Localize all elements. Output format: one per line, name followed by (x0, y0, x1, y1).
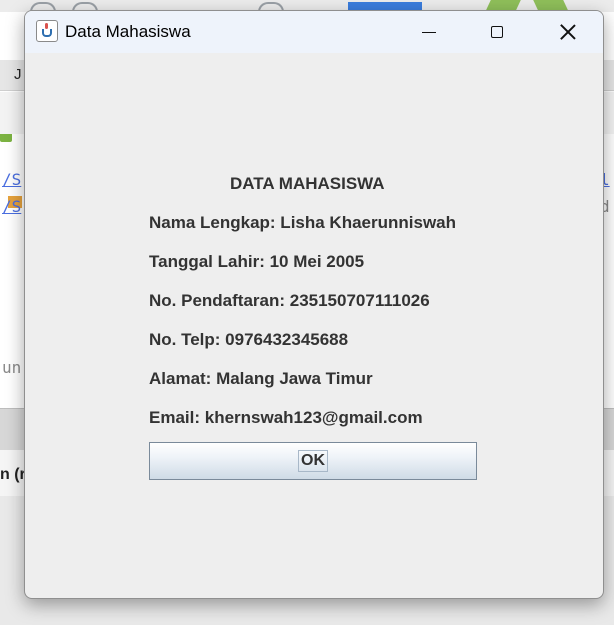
dialog-heading: DATA MAHASISWA (230, 174, 385, 193)
maximize-button[interactable] (474, 11, 520, 53)
dialog-content: DATA MAHASISWA Nama Lengkap: Lisha Khaer… (25, 53, 603, 598)
info-email: Email: khernswah123@gmail.com (149, 408, 423, 427)
info-address: Alamat: Malang Jawa Timur (149, 369, 373, 388)
ok-button[interactable]: OK (149, 442, 477, 480)
ok-button-label: OK (298, 450, 328, 472)
close-button[interactable] (545, 11, 591, 53)
info-registration-number: No. Pendaftaran: 235150707111026 (149, 291, 430, 310)
maximize-icon (491, 26, 503, 38)
info-phone: No. Telp: 0976432345688 (149, 330, 349, 349)
java-app-icon (36, 20, 58, 42)
background-panel-text: n (r (0, 466, 26, 483)
data-mahasiswa-window: Data Mahasiswa DATA MAHASISWA Nama Lengk… (24, 10, 604, 599)
close-icon (560, 24, 576, 40)
info-full-name: Nama Lengkap: Lisha Khaerunniswah (149, 213, 457, 232)
title-bar[interactable]: Data Mahasiswa (25, 11, 603, 53)
window-title: Data Mahasiswa (65, 22, 191, 41)
minimize-icon (422, 31, 436, 33)
info-birth-date: Tanggal Lahir: 10 Mei 2005 (149, 252, 365, 271)
background-toolbar-text: J (14, 66, 22, 83)
background-code-link: /S (2, 170, 22, 189)
java-cup-icon (42, 29, 52, 37)
background-code-link: /S (2, 197, 22, 216)
minimize-button[interactable] (406, 11, 452, 53)
background-code-text: un (2, 358, 22, 377)
